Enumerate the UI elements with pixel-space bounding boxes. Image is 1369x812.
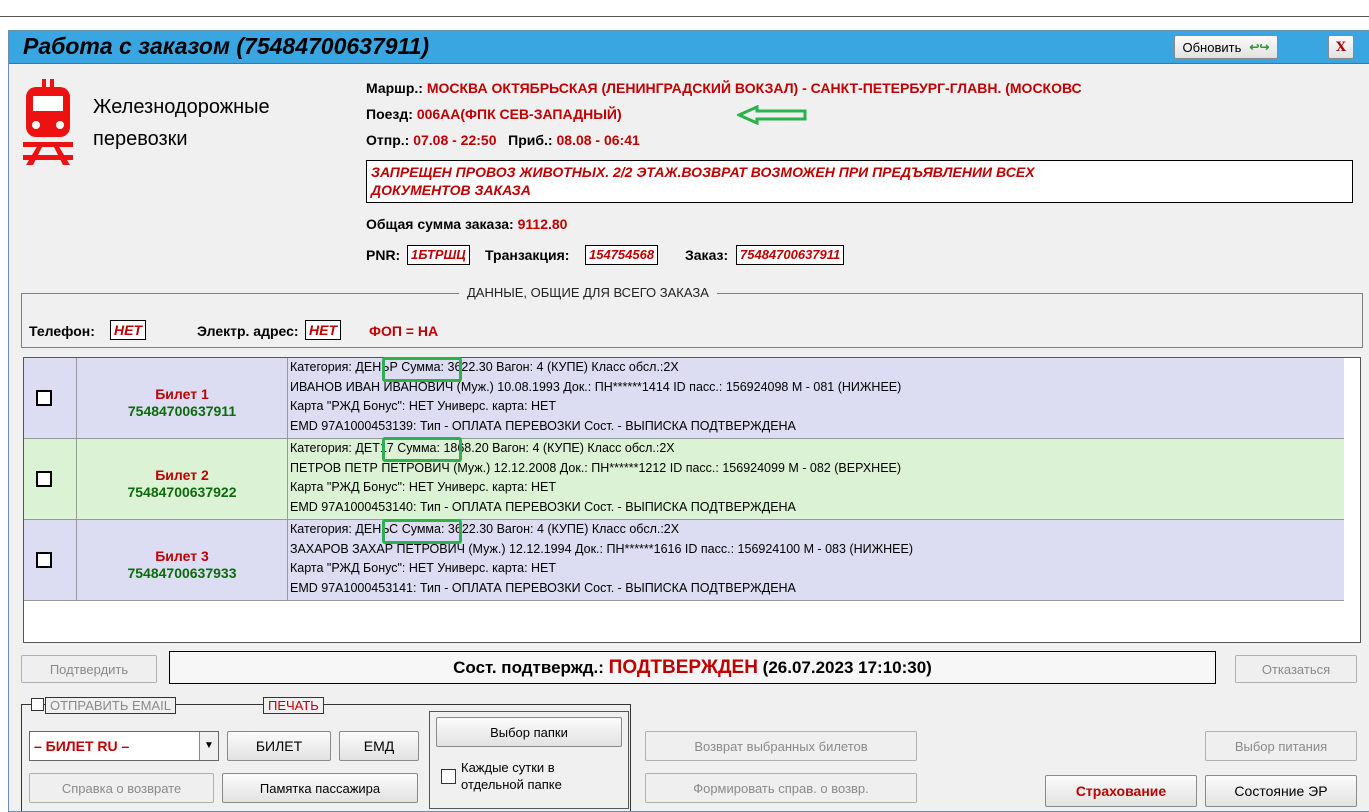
- ticket-row[interactable]: Билет 1 75484700637911 Категория: ДЕНЬР …: [24, 358, 1344, 439]
- phone-value: НЕТ: [110, 320, 146, 340]
- print-label: ПЕЧАТЬ: [263, 697, 324, 714]
- ticket-line4: EMD 97A1000453139: Тип - ОПЛАТА ПЕРЕВОЗК…: [290, 418, 796, 433]
- return-selected-button[interactable]: Возврат выбранных билетов: [645, 731, 917, 761]
- print-emd-button[interactable]: ЕМД: [339, 731, 419, 761]
- print-ticket-button[interactable]: БИЛЕТ: [227, 731, 331, 761]
- er-state-button[interactable]: Состояние ЭР: [1205, 775, 1357, 807]
- category-label: Категория:: [290, 522, 352, 536]
- arrival-value: 08.08 - 06:41: [556, 132, 640, 148]
- window-title: Работа с заказом (75484700637911): [23, 33, 430, 59]
- category-highlight: [382, 437, 462, 462]
- train-row: Поезд: 006АА(ФПК СЕВ-ЗАПАДНЫЙ): [366, 106, 622, 122]
- arrival-label: Приб.:: [508, 132, 553, 148]
- send-email-label: ОТПРАВИТЬ EMAIL: [45, 697, 176, 714]
- route-label: Маршр.:: [366, 80, 423, 96]
- ticket-number: 75484700637911: [127, 403, 237, 419]
- total-label: Общая сумма заказа:: [366, 216, 514, 232]
- close-icon: X: [1335, 39, 1347, 55]
- title-bar: Работа с заказом (75484700637911) Обнови…: [9, 31, 1369, 64]
- total-row: Общая сумма заказа: 9112.80: [366, 216, 567, 232]
- category-label: Категория:: [290, 441, 352, 455]
- departure-value: 07.08 - 22:50: [413, 132, 497, 148]
- pnr-value: 1БТРШЦ: [407, 245, 470, 265]
- ticket-number: 75484700637933: [127, 565, 237, 581]
- ticket-row[interactable]: Билет 2 75484700637922 Категория: ДЕТ17 …: [24, 439, 1344, 520]
- route-value: МОСКВА ОКТЯБРЬСКАЯ (ЛЕНИНГРАДСКИЙ ВОКЗАЛ…: [426, 80, 1082, 96]
- daily-folder-line1: Каждые сутки в: [461, 760, 555, 775]
- order-remark: ЗАПРЕЩЕН ПРОВОЗ ЖИВОТНЫХ. 2/2 ЭТАЖ.ВОЗВР…: [366, 160, 1353, 203]
- ticket-line4: EMD 97A1000453141: Тип - ОПЛАТА ПЕРЕВОЗК…: [290, 580, 796, 595]
- ticket-line3: Карта "РЖД Бонус": НЕТ Универс. карта: Н…: [290, 561, 557, 575]
- route-row: Маршр.: МОСКВА ОКТЯБРЬСКАЯ (ЛЕНИНГРАДСКИ…: [366, 80, 1082, 96]
- ticket-line3: Карта "РЖД Бонус": НЕТ Универс. карта: Н…: [290, 399, 557, 413]
- category-label: Категория:: [290, 360, 352, 374]
- common-data-group: [21, 293, 1363, 348]
- ticket-row[interactable]: Билет 3 75484700637933 Категория: ДЕНЬС …: [24, 520, 1344, 601]
- category-highlight: [382, 357, 462, 382]
- order-number-value: 75484700637911: [736, 245, 845, 265]
- passenger-memo-button[interactable]: Памятка пассажира: [222, 773, 418, 803]
- category-highlight: [382, 519, 462, 544]
- ticket-checkbox[interactable]: [36, 471, 52, 487]
- form-refund-button[interactable]: Формировать справ. о возвр.: [645, 773, 917, 803]
- refuse-button[interactable]: Отказаться: [1235, 655, 1357, 683]
- train-value: 006АА(ФПК СЕВ-ЗАПАДНЫЙ): [416, 106, 622, 122]
- ticket-line4: EMD 97A1000453140: Тип - ОПЛАТА ПЕРЕВОЗК…: [290, 499, 796, 514]
- brand-line2: перевозки: [93, 128, 188, 150]
- ticket-checkbox[interactable]: [36, 390, 52, 406]
- remark-line2: ДОКУМЕНТОВ ЗАКАЗА: [371, 182, 531, 198]
- transaction-value: 154754568: [585, 245, 659, 265]
- refund-info-button[interactable]: Справка о возврате: [29, 773, 214, 803]
- ticket-name: Билет 1: [155, 386, 209, 402]
- ticket-checkbox[interactable]: [36, 552, 52, 568]
- refresh-icon: ↩↪: [1249, 40, 1270, 54]
- phone-label: Телефон:: [29, 323, 95, 339]
- annotation-arrow-icon: [737, 105, 809, 125]
- transaction-label: Транзакция:: [485, 247, 570, 263]
- departure-label: Отпр.:: [366, 132, 410, 148]
- daily-folder-label: Каждые сутки в отдельной папке: [461, 759, 562, 793]
- daily-folder-line2: отдельной папке: [461, 777, 562, 792]
- confirmation-status: Сост. подтвержд.: ПОДТВЕРЖДЕН (26.07.202…: [169, 651, 1216, 684]
- send-email-checkbox[interactable]: [31, 698, 44, 711]
- ticket-number: 75484700637922: [127, 484, 237, 500]
- train-label: Поезд:: [366, 106, 413, 122]
- close-button[interactable]: X: [1328, 35, 1354, 59]
- ticket-line2: ПЕТРОВ ПЕТР ПЕТРОВИЧ (Муж.) 12.12.2008 Д…: [290, 460, 902, 475]
- refresh-button-label: Обновить: [1182, 39, 1242, 55]
- status-label: Сост. подтвержд.:: [453, 658, 604, 677]
- pnr-label: PNR:: [366, 247, 401, 263]
- common-data-legend: ДАННЫЕ, ОБЩИЕ ДЛЯ ВСЕГО ЗАКАЗА: [459, 285, 717, 300]
- ticket-cell: Билет 2 75484700637922: [76, 439, 288, 519]
- ticket-name: Билет 2: [155, 467, 209, 483]
- screen-top-divider: [0, 16, 1369, 17]
- confirm-button[interactable]: Подтвердить: [21, 655, 157, 683]
- document-type-value: – БИЛЕТ RU –: [34, 738, 130, 754]
- ticket-cell: Билет 1 75484700637911: [76, 358, 288, 438]
- status-value: ПОДТВЕРЖДЕН: [608, 657, 758, 678]
- fop-text: ФОП = НА: [369, 323, 439, 339]
- tickets-grid: Билет 1 75484700637911 Категория: ДЕНЬР …: [23, 357, 1361, 643]
- total-value: 9112.80: [517, 216, 568, 232]
- ticket-name: Билет 3: [155, 548, 209, 564]
- ticket-cell: Билет 3 75484700637933: [76, 520, 288, 600]
- email-label: Электр. адрес:: [197, 323, 299, 339]
- insurance-button[interactable]: Страхование: [1045, 775, 1197, 807]
- document-type-select[interactable]: – БИЛЕТ RU – ▼: [29, 731, 219, 761]
- order-window: Работа с заказом (75484700637911) Обнови…: [8, 30, 1369, 812]
- remark-line1: ЗАПРЕЩЕН ПРОВОЗ ЖИВОТНЫХ. 2/2 ЭТАЖ.ВОЗВР…: [371, 164, 1035, 180]
- ticket-line3: Карта "РЖД Бонус": НЕТ Универс. карта: Н…: [290, 480, 557, 494]
- select-folder-button[interactable]: Выбор папки: [436, 717, 622, 747]
- status-datetime: (26.07.2023 17:10:30): [762, 658, 932, 677]
- times-row: Отпр.: 07.08 - 22:50 Приб.: 08.08 - 06:4…: [366, 132, 640, 148]
- email-value: НЕТ: [305, 320, 341, 340]
- order-number-label: Заказ:: [685, 247, 729, 263]
- train-icon: [23, 79, 73, 165]
- refresh-button[interactable]: Обновить ↩↪: [1174, 35, 1278, 59]
- daily-folder-checkbox[interactable]: [441, 769, 456, 784]
- meal-selection-button[interactable]: Выбор питания: [1205, 731, 1357, 761]
- brand-line1: Железнодорожные: [93, 96, 270, 118]
- chevron-down-icon[interactable]: ▼: [199, 732, 218, 760]
